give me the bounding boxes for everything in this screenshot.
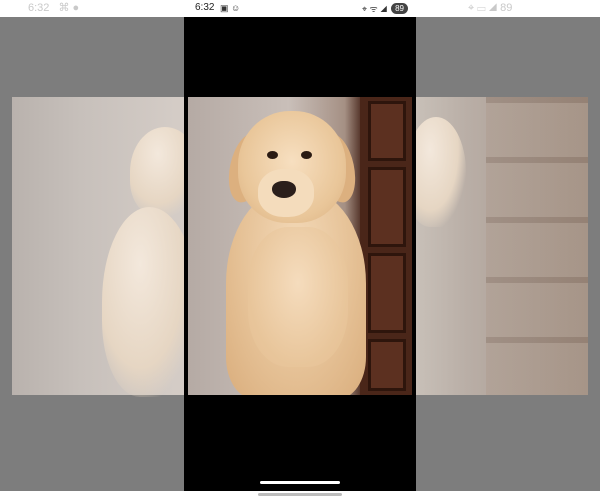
next-photo-preview bbox=[416, 97, 588, 395]
previous-screen-preview[interactable] bbox=[0, 17, 184, 491]
status-bar: 6:32 ▣ ☺ ⌖ ᯤ ◢ 89 bbox=[184, 0, 416, 17]
background-time: 6:32 bbox=[28, 2, 50, 14]
photo-viewer[interactable] bbox=[184, 17, 416, 491]
notification-icons: ▣ ☺ bbox=[220, 3, 241, 13]
dog-chest bbox=[248, 227, 348, 367]
background-icons: ⌘ ● bbox=[58, 2, 80, 14]
dog-blur-head bbox=[130, 127, 184, 217]
system-home-indicator[interactable] bbox=[258, 493, 342, 496]
home-indicator[interactable] bbox=[260, 481, 340, 484]
background-status-left: 6:32 ⌘ ● bbox=[28, 0, 178, 17]
background-status-right: ⌖ ▭ ◢ 89 bbox=[468, 0, 598, 17]
status-time: 6:32 bbox=[195, 2, 215, 13]
dog-eye-left bbox=[267, 151, 278, 159]
background-right-icons: ⌖ ▭ ◢ 89 bbox=[468, 2, 513, 14]
golden-retriever-photo[interactable] bbox=[188, 97, 412, 395]
dog-nose bbox=[272, 181, 296, 198]
location-signal-icons: ⌖ ᯤ ◢ bbox=[361, 4, 388, 14]
dog-blur-body bbox=[102, 207, 184, 397]
door-blur bbox=[486, 97, 588, 395]
dog-blur-edge bbox=[416, 117, 466, 227]
system-icons: ⌖ ᯤ ◢ 89 bbox=[362, 2, 408, 15]
next-screen-preview[interactable] bbox=[416, 17, 600, 491]
wooden-door bbox=[360, 97, 412, 395]
previous-photo-preview bbox=[12, 97, 184, 397]
dog-eye-right bbox=[301, 151, 312, 159]
battery-icon: 89 bbox=[391, 3, 408, 14]
